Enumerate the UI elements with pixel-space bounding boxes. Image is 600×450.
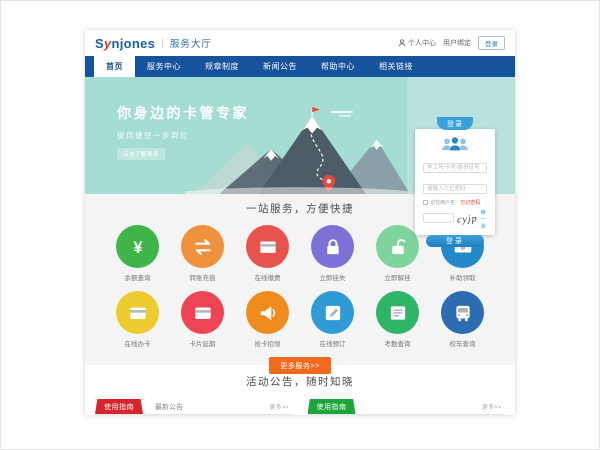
captcha-refresh-link[interactable]: 换一张 xyxy=(481,209,487,230)
announcement-boxes: 使用指南 最新公告 更多>> 使用指南 更多>> xyxy=(85,399,515,415)
service-label: 在线缴费 xyxy=(246,272,289,282)
more-services-button[interactable]: 更多服务>> xyxy=(269,357,330,374)
forgot-password-link[interactable]: 忘记密码 xyxy=(460,199,480,206)
captcha-row: cyjp 换一张 xyxy=(423,209,487,230)
password-input[interactable] xyxy=(423,184,487,194)
nav-item[interactable]: 相关链接 xyxy=(367,56,425,77)
yen-icon[interactable]: ¥ xyxy=(116,225,159,268)
service-item[interactable]: 考勤查询 xyxy=(376,291,419,348)
remember-row: 记住用户名 | 忘记密码 xyxy=(423,199,487,206)
service-item[interactable]: 卡片延期 xyxy=(181,291,224,348)
account-input[interactable] xyxy=(423,163,487,173)
edit-icon[interactable] xyxy=(311,291,354,334)
service-item[interactable]: 拾卡招领 xyxy=(246,291,289,348)
site-header: Synjones | 服务大厅 个人中心 用户绑定 登录 xyxy=(85,30,515,56)
service-label: 转账充值 xyxy=(181,272,224,282)
header-actions: 个人中心 用户绑定 登录 xyxy=(398,36,505,50)
service-item[interactable]: 校车查询 xyxy=(441,291,484,348)
announcement-box-right: 使用指南 更多>> xyxy=(308,399,506,415)
portal-page: Synjones | 服务大厅 个人中心 用户绑定 登录 首页服务中心规章制度新… xyxy=(85,30,515,415)
card-icon[interactable] xyxy=(116,291,159,334)
announcements-title: 活动公告，随时知晓 xyxy=(85,374,515,389)
login-tab[interactable]: 登录 xyxy=(437,117,473,130)
lock-icon[interactable] xyxy=(311,225,354,268)
card-icon[interactable] xyxy=(246,225,289,268)
nav-item[interactable]: 帮助中心 xyxy=(309,56,367,77)
user-bind-link[interactable]: 用户绑定 xyxy=(443,38,471,48)
service-item[interactable]: 在线办卡 xyxy=(116,291,159,348)
left-more-link[interactable]: 更多>> xyxy=(269,402,288,411)
remember-label: 记住用户名 xyxy=(430,199,455,206)
remember-checkbox[interactable] xyxy=(423,200,428,205)
service-item[interactable]: 立即解挂 xyxy=(376,225,419,282)
hero-subtitle: 提供捷径一步到位 xyxy=(117,130,249,141)
service-label: 在线预订 xyxy=(311,338,354,348)
service-item[interactable]: 在线缴费 xyxy=(246,225,289,282)
hero-title: 你身边的卡管专家 xyxy=(117,103,249,123)
person-icon xyxy=(398,39,406,47)
site-tagline: 服务大厅 xyxy=(170,36,212,50)
megaphone-icon[interactable] xyxy=(246,291,289,334)
captcha-input[interactable] xyxy=(423,213,454,223)
personal-center-link[interactable]: 个人中心 xyxy=(398,38,436,48)
login-panel: 登录 xyxy=(415,129,495,235)
header-login-button[interactable]: 登录 xyxy=(478,36,505,50)
announcement-box-left: 使用指南 最新公告 更多>> xyxy=(95,399,293,415)
transfer-icon[interactable] xyxy=(181,225,224,268)
unlock-icon[interactable] xyxy=(376,225,419,268)
service-label: 立即解挂 xyxy=(376,272,419,282)
captcha-image[interactable]: cyjp xyxy=(457,213,478,225)
right-more-link[interactable]: 更多>> xyxy=(482,402,501,411)
right-ribbon-tab[interactable]: 使用指南 xyxy=(308,399,356,414)
hero-cta-button[interactable]: 点击了解更多 xyxy=(117,148,165,160)
service-label: 补助领取 xyxy=(441,272,484,282)
logo-divider: | xyxy=(161,38,164,49)
nav-item[interactable]: 新闻公告 xyxy=(251,56,309,77)
screenshot-frame: Synjones | 服务大厅 个人中心 用户绑定 登录 首页服务中心规章制度新… xyxy=(0,0,600,450)
main-nav: 首页服务中心规章制度新闻公告帮助中心相关链接 xyxy=(85,56,515,77)
card-icon[interactable] xyxy=(181,291,224,334)
service-label: 立即挂失 xyxy=(311,272,354,282)
hero-copy: 你身边的卡管专家 提供捷径一步到位 点击了解更多 xyxy=(117,103,249,161)
svg-text:¥: ¥ xyxy=(133,239,143,257)
logo[interactable]: Synjones xyxy=(95,36,155,51)
service-item[interactable]: ¥ 余额查询 xyxy=(116,225,159,282)
logo-accent: y xyxy=(104,36,112,51)
service-label: 余额查询 xyxy=(116,272,159,282)
login-form: 记住用户名 | 忘记密码 cyjp 换一张 登录 xyxy=(415,153,495,247)
users-group-icon xyxy=(415,135,495,153)
service-label: 在线办卡 xyxy=(116,338,159,348)
nav-item[interactable]: 规章制度 xyxy=(193,56,251,77)
service-label: 拾卡招领 xyxy=(246,338,289,348)
left-ribbon-tab[interactable]: 使用指南 xyxy=(95,399,143,414)
login-submit-button[interactable]: 登录 xyxy=(426,235,484,247)
nav-item[interactable]: 首页 xyxy=(94,56,135,77)
service-label: 考勤查询 xyxy=(376,338,419,348)
flag-icon xyxy=(312,107,320,112)
service-item[interactable]: 在线预订 xyxy=(311,291,354,348)
bus-icon[interactable] xyxy=(441,291,484,334)
list-icon[interactable] xyxy=(376,291,419,334)
service-label: 卡片延期 xyxy=(181,338,224,348)
services-row-2: 在线办卡 卡片延期 拾卡招领 在线预订 考勤查询 校车查询 xyxy=(85,291,515,348)
service-item[interactable]: 立即挂失 xyxy=(311,225,354,282)
hero-banner: 你身边的卡管专家 提供捷径一步到位 点击了解更多 xyxy=(85,77,515,194)
nav-item[interactable]: 服务中心 xyxy=(135,56,193,77)
service-item[interactable]: 转账充值 xyxy=(181,225,224,282)
service-label: 校车查询 xyxy=(441,338,484,348)
latest-announcements-tab[interactable]: 最新公告 xyxy=(155,402,183,412)
